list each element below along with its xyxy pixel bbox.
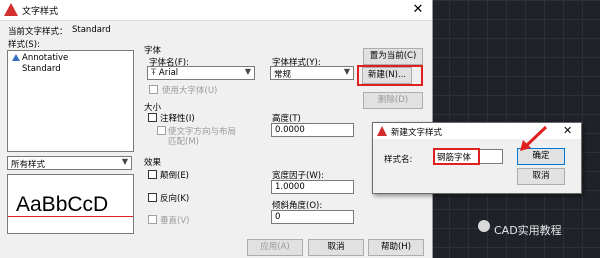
list-item[interactable]: Standard xyxy=(22,64,61,74)
cancel-button[interactable]: 取消 xyxy=(308,239,364,256)
close-icon[interactable]: ✕ xyxy=(408,1,428,19)
annotative-icon xyxy=(12,54,20,61)
current-style-label: 当前文字样式： xyxy=(8,27,68,37)
font-style-select[interactable]: 常规 ▼ xyxy=(270,66,354,80)
watermark-text: CAD实用教程 xyxy=(494,224,562,237)
annotative-label: 注释性(I) xyxy=(160,114,195,124)
preview-text: AaBbCcD xyxy=(16,193,109,216)
close-icon[interactable]: ✕ xyxy=(563,124,572,137)
font-style-value: 常规 xyxy=(274,70,292,80)
font-name-value: Arial xyxy=(158,68,179,78)
big-font-label: 使用大字体(U) xyxy=(162,86,218,96)
cancel-button[interactable]: 取消 xyxy=(517,168,565,185)
upside-down-checkbox[interactable] xyxy=(148,170,157,179)
backwards-label: 反向(K) xyxy=(160,194,190,204)
vertical-checkbox[interactable] xyxy=(148,215,157,224)
oblique-angle-input[interactable]: 0 xyxy=(271,210,354,224)
text-style-dialog: 文字样式 ✕ 当前文字样式： Standard 样式(S): Annotativ… xyxy=(0,0,433,258)
annotative-checkbox[interactable] xyxy=(148,113,157,122)
big-font-checkbox[interactable] xyxy=(149,85,158,94)
sub-dialog-title: 新建文字样式 xyxy=(391,128,443,138)
style-filter-select[interactable]: 所有样式 ▼ xyxy=(7,156,132,170)
style-name-label: 样式名: xyxy=(384,155,413,165)
styles-list[interactable]: Annotative Standard xyxy=(7,50,134,152)
upside-down-label: 颠倒(E) xyxy=(160,171,190,181)
apply-button[interactable]: 应用(A) xyxy=(247,239,303,256)
autocad-logo-icon xyxy=(377,126,387,136)
vertical-label: 垂直(V) xyxy=(160,216,190,226)
watermark-logo-icon xyxy=(478,220,490,232)
current-style-value: Standard xyxy=(72,25,111,35)
height-input[interactable]: 0.0000 xyxy=(271,123,354,137)
size-group-title: 大小 xyxy=(144,103,162,113)
delete-button[interactable]: 删除(D) xyxy=(363,92,423,109)
dialog-titlebar xyxy=(0,0,432,21)
help-button[interactable]: 帮助(H) xyxy=(368,239,424,256)
preview-box: AaBbCcD xyxy=(7,174,134,234)
width-factor-input[interactable]: 1.0000 xyxy=(271,180,354,194)
match-orientation-checkbox[interactable] xyxy=(157,126,166,135)
style-filter-value: 所有样式 xyxy=(11,160,46,170)
chevron-down-icon: ▼ xyxy=(343,67,350,76)
annotation-arrow-icon xyxy=(520,125,548,151)
font-name-select[interactable]: Ŧ Arial ▼ xyxy=(147,66,255,80)
new-button[interactable]: 新建(N)... xyxy=(362,67,412,84)
chevron-down-icon: ▼ xyxy=(121,157,128,166)
autocad-logo-icon xyxy=(4,3,18,16)
set-current-button[interactable]: 置为当前(C) xyxy=(363,48,423,65)
font-group-title: 字体 xyxy=(144,46,162,56)
list-item[interactable]: Annotative xyxy=(22,53,68,63)
truetype-font-icon: Ŧ xyxy=(151,68,157,78)
styles-label: 样式(S): xyxy=(8,40,40,50)
preview-baseline xyxy=(8,216,133,217)
backwards-checkbox[interactable] xyxy=(148,193,157,202)
match-orientation-label-2: 匹配(M) xyxy=(168,137,199,147)
style-name-highlight xyxy=(433,148,480,165)
effects-group-title: 效果 xyxy=(144,158,162,168)
chevron-down-icon: ▼ xyxy=(244,67,251,76)
dialog-title: 文字样式 xyxy=(22,7,59,17)
